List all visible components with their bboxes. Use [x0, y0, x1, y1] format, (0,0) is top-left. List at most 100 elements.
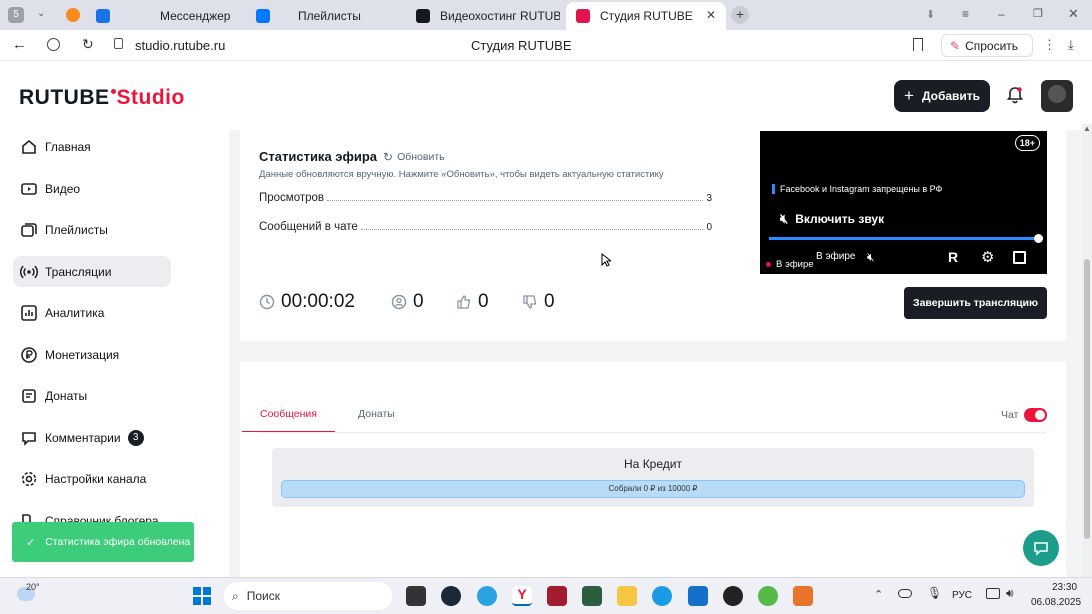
tab-rutube-hosting[interactable]: Видеохостинг RUTUBE. С	[406, 3, 566, 28]
profile-badge[interactable]: 5	[8, 7, 24, 23]
video-icon	[21, 182, 37, 195]
live-indicator-overlay: В эфире	[816, 251, 856, 262]
add-button[interactable]: + Добавить	[894, 80, 990, 112]
sidebar-item-playlists[interactable]: Плейлисты	[13, 214, 171, 245]
back-icon[interactable]: ←	[12, 36, 27, 53]
sidebar-item-home[interactable]: Главная	[13, 131, 171, 162]
volume-icon[interactable]: 🔇︎	[867, 250, 875, 265]
unmute-button[interactable]: 🔇︎ Включить звук	[780, 211, 884, 227]
progress-track[interactable]	[769, 234, 1043, 243]
refresh-button[interactable]: ↻ Обновить	[383, 150, 445, 164]
end-broadcast-button[interactable]: Завершить трансляцию	[904, 287, 1047, 319]
sidebar-item-comments[interactable]: Комментарии 3	[13, 422, 171, 453]
rutube-logo-icon[interactable]: R	[948, 249, 958, 265]
scrollbar-up-icon[interactable]: ▲	[1083, 124, 1091, 133]
app-icon-green[interactable]	[582, 586, 602, 606]
monetization-icon	[21, 346, 37, 363]
windows-taskbar: 20° ⌕ Поиск Y ⌃ 🎙︎ РУС 🔊︎ 23:30 06.08.20…	[0, 577, 1092, 614]
close-tab-icon[interactable]: ✕	[706, 8, 716, 22]
telegram-icon[interactable]	[477, 586, 497, 606]
taskbar-search[interactable]: ⌕ Поиск	[224, 582, 392, 610]
sidebar-item-broadcasts[interactable]: Трансляции	[13, 256, 171, 287]
close-window-icon[interactable]: ✕	[1068, 6, 1079, 22]
network-icon[interactable]	[986, 588, 1000, 599]
downloads-icon[interactable]: ⬇	[926, 8, 935, 21]
tabs-dropdown-icon[interactable]: ⌄	[37, 8, 45, 19]
donations-icon	[22, 388, 36, 403]
clock-time[interactable]: 23:30	[1052, 582, 1077, 593]
settings-gear-icon[interactable]: ⚙	[981, 248, 994, 266]
broadcast-icon	[20, 265, 38, 278]
yandex-browser-taskbar-icon[interactable]: Y	[512, 586, 532, 606]
language-indicator[interactable]: РУС	[952, 590, 972, 601]
edge-icon[interactable]	[652, 586, 672, 606]
clock-date[interactable]: 06.08.2025	[1031, 597, 1081, 608]
app-icon-dark[interactable]	[723, 586, 743, 606]
tab-messenger[interactable]: Мессенджер	[86, 3, 246, 28]
tab-playlists[interactable]: Плейлисты	[246, 3, 406, 28]
goal-progress-bar: Собрали 0 ₽ из 10000 ₽	[281, 480, 1025, 498]
app-icon-red[interactable]	[547, 586, 567, 606]
studio-app: RUTUBE Studio + Добавить Главная Видео П…	[0, 62, 1092, 577]
microphone-icon[interactable]: 🎙︎	[927, 586, 942, 600]
utorrent-icon[interactable]	[758, 586, 778, 606]
restore-icon[interactable]: ❐	[1033, 7, 1043, 20]
reload-icon[interactable]: ↻	[82, 36, 94, 53]
more-icon[interactable]: ⋮	[1043, 37, 1056, 53]
sidebar-item-channel-settings[interactable]: Настройки канала	[13, 463, 171, 494]
muted-speaker-icon: 🔇︎	[780, 211, 789, 226]
chat-toggle[interactable]	[1024, 408, 1047, 422]
ask-button[interactable]: ✎ Спросить	[941, 34, 1033, 57]
support-chat-button[interactable]	[1023, 530, 1059, 566]
views-value: 3	[706, 193, 712, 204]
analytics-icon	[21, 304, 37, 321]
volume-tray-icon[interactable]: 🔊︎	[1006, 586, 1014, 601]
tabs-divider	[260, 432, 1046, 433]
weather-temp: 20°	[26, 582, 40, 592]
store-icon[interactable]	[688, 586, 708, 606]
scrollbar-thumb[interactable]	[1084, 259, 1090, 539]
tab-messages[interactable]: Сообщения	[242, 408, 335, 432]
fullscreen-icon[interactable]	[1013, 251, 1026, 264]
studio-logo[interactable]: RUTUBE Studio	[19, 86, 185, 110]
dislikes-count: 0	[544, 291, 555, 312]
bookmark-icon[interactable]	[913, 38, 923, 51]
steam-icon[interactable]	[441, 586, 461, 606]
tab-donations[interactable]: Донаты	[358, 408, 395, 420]
sidebar-item-analytics[interactable]: Аналитика	[13, 297, 171, 328]
tab-rutube-studio[interactable]: Студия RUTUBE ✕	[566, 2, 726, 30]
sidebar-item-monetization[interactable]: Монетизация	[13, 339, 171, 370]
page-title-label: Студия RUTUBE	[471, 38, 572, 53]
yandex-icon[interactable]	[66, 8, 80, 22]
timer-metric: 00:00:02	[259, 291, 355, 313]
onedrive-icon[interactable]	[898, 589, 912, 598]
settings-icon	[21, 471, 37, 486]
app-icon-orange[interactable]	[793, 586, 813, 606]
tray-chevron-icon[interactable]: ⌃	[874, 588, 883, 601]
url-field[interactable]: studio.rutube.ru	[135, 38, 225, 53]
file-explorer-icon[interactable]	[617, 586, 637, 606]
new-tab-button[interactable]: +	[731, 6, 749, 24]
rutube-icon	[416, 8, 430, 23]
task-view-icon[interactable]	[406, 586, 426, 606]
sidebar-item-video[interactable]: Видео	[13, 173, 171, 204]
windows-start-icon[interactable]	[193, 587, 211, 605]
logo-dot	[110, 89, 116, 94]
support-chat-icon	[1034, 542, 1048, 556]
likes-count: 0	[478, 291, 489, 312]
avatar[interactable]	[1041, 80, 1073, 112]
minimize-icon[interactable]: –	[998, 7, 1005, 21]
home-icon	[22, 139, 36, 154]
yandex-browser-icon[interactable]	[47, 38, 60, 51]
stats-title: Статистика эфира	[259, 149, 377, 164]
sidebar-item-donations[interactable]: Донаты	[13, 380, 171, 411]
progress-handle[interactable]	[1034, 234, 1043, 243]
thumbs-up-icon	[457, 295, 471, 309]
download-icon[interactable]: ⤓	[1068, 37, 1074, 53]
video-player[interactable]: 18+ Facebook и Instagram запрещены в РФ …	[760, 131, 1047, 274]
notifications-bell-icon[interactable]	[1006, 86, 1024, 104]
avatar-image	[1048, 85, 1066, 103]
plus-icon: +	[904, 86, 914, 105]
page-scrollbar[interactable]: ▲ ▼	[1082, 124, 1092, 577]
menu-icon[interactable]: ≡	[962, 7, 969, 21]
